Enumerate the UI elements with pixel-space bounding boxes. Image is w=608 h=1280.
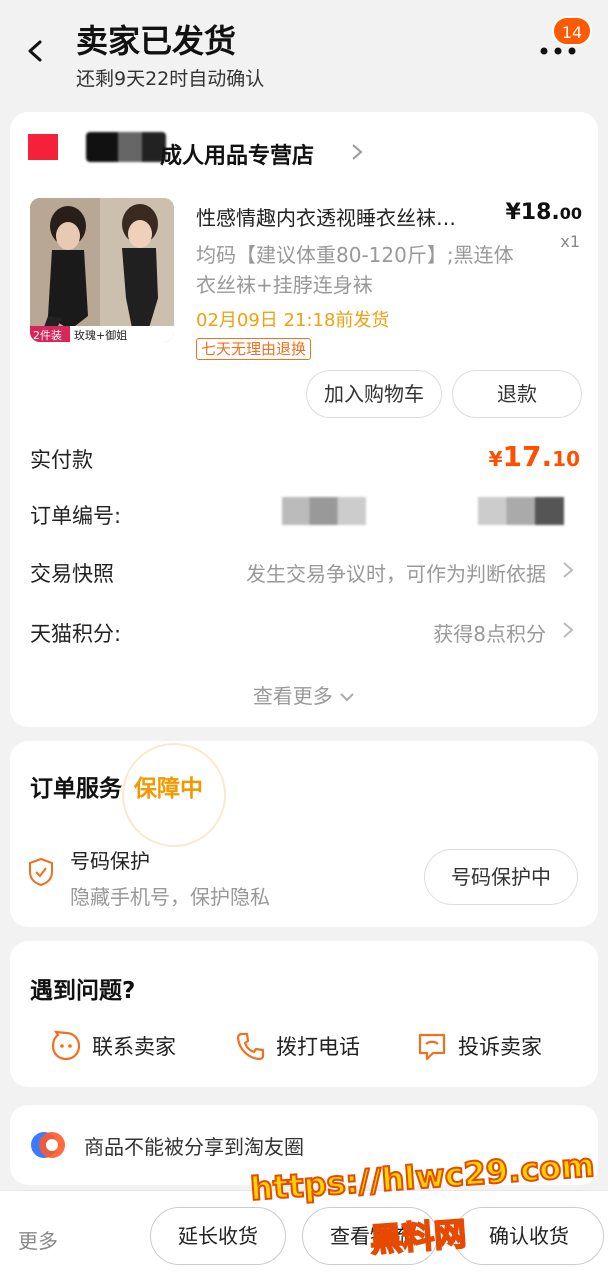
paid-label: 实付款 [30,448,93,472]
paid-int: 17. [502,440,553,473]
order-card: 成人用品专营店 2件装 玫瑰+御姐 性感情趣内衣透视睡衣丝袜… ¥18.00 x… [10,112,598,727]
order-number-label: 订单编号: [30,504,122,528]
call-phone-label: 拨打电话 [276,1035,360,1059]
add-to-cart-button[interactable]: 加入购物车 [306,370,442,418]
return-policy-tag: 七天无理由退换 [196,338,312,360]
product-image-label-right: 玫瑰+御姐 [74,328,127,342]
price-int: ¥18. [505,200,560,225]
more-button[interactable]: 更多 [18,1225,58,1254]
number-protection-button[interactable]: 号码保护中 [424,849,578,905]
order-number-redacted-1 [282,497,366,525]
number-protection-name: 号码保护 [70,849,150,873]
paid-currency: ¥ [488,447,503,471]
taobao-moments-icon [31,1132,65,1158]
store-logo [28,134,58,160]
number-protection-desc: 隐藏手机号，保护隐私 [70,885,270,909]
confirm-receipt-button[interactable]: 确认收货 [454,1207,604,1265]
complain-seller-action[interactable]: 投诉卖家 [416,1029,542,1063]
paid-amount: ¥17.10 [489,440,580,473]
chat-face-icon [51,1030,81,1061]
snapshot-label[interactable]: 交易快照 [30,558,114,588]
store-name[interactable]: 成人用品专营店 [160,138,314,170]
extend-receipt-button[interactable]: 延长收货 [150,1207,286,1265]
phone-icon [236,1032,265,1061]
watermark-brand: 黑料网 [368,1214,468,1261]
message-count-badge: 14 [552,16,592,46]
back-arrow-icon[interactable] [22,34,52,68]
chevron-right-icon[interactable] [350,142,364,162]
problems-card: 遇到问题? 联系卖家 拨打电话 投诉卖家 [10,941,598,1087]
contact-seller-label: 联系卖家 [92,1035,176,1059]
product-title[interactable]: 性感情趣内衣透视睡衣丝袜… [196,202,496,231]
refund-button[interactable]: 退款 [452,370,582,418]
service-title: 订单服务 [30,776,122,802]
price-dec: 00 [559,204,582,223]
points-value[interactable]: 获得8点积分 [433,618,546,647]
complaint-icon [418,1033,446,1061]
page-title: 卖家已发货 [76,22,237,60]
product-image-label-left: 2件装 [33,329,62,342]
complain-seller-label: 投诉卖家 [458,1035,542,1059]
product-photo-graphic: 2件装 玫瑰+御姐 [30,198,174,342]
chevron-right-icon[interactable] [562,560,574,580]
chevron-down-icon [340,693,354,702]
snapshot-value[interactable]: 发生交易争议时，可作为判断依据 [246,558,546,587]
shield-check-icon [29,857,53,887]
problems-title: 遇到问题? [30,978,136,1004]
see-more-link[interactable]: 查看更多 [10,680,598,709]
ship-deadline: 02月09日 21:18前发货 [196,310,390,331]
order-service-card: 订单服务 保障中 号码保护 隐藏手机号，保护隐私 号码保护中 [10,741,598,927]
auto-confirm-countdown: 还剩9天22时自动确认 [76,68,265,90]
see-more-label: 查看更多 [252,684,333,708]
product-price: ¥18.00 [505,200,582,225]
order-number-redacted-2 [478,497,564,525]
share-notice-text: 商品不能被分享到淘友圈 [84,1135,304,1159]
product-image[interactable]: 2件装 玫瑰+御姐 [30,198,174,342]
points-label[interactable]: 天猫积分: [30,618,121,648]
header: 卖家已发货 还剩9天22时自动确认 14 [0,0,608,110]
store-name-redacted [86,132,166,162]
service-status: 保障中 [134,776,203,802]
chevron-right-icon[interactable] [562,620,574,640]
product-quantity: x1 [560,232,580,251]
contact-seller-action[interactable]: 联系卖家 [50,1029,176,1063]
paid-dec: 10 [552,447,580,471]
call-phone-action[interactable]: 拨打电话 [234,1029,360,1063]
product-sku: 均码【建议体重80-120斤】;黑连体衣丝袜+挂脖连身袜 [196,243,514,297]
